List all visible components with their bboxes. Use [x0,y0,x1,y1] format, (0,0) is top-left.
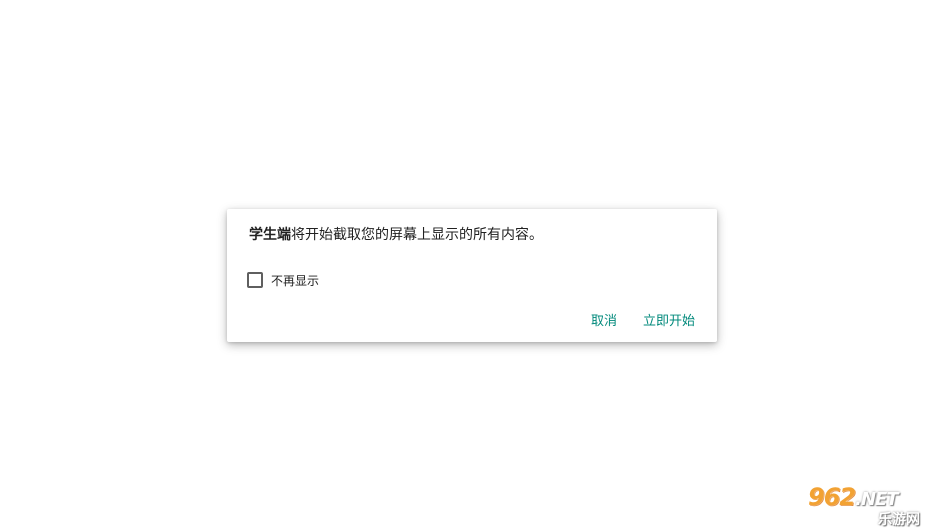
watermark-domain-suffix: .NET [855,489,898,510]
cancel-button[interactable]: 取消 [591,310,617,329]
app-name: 学生端 [249,227,291,243]
screen-background: 学生端将开始截取您的屏幕上显示的所有内容。 不再显示 取消 立即开始 962.N… [0,0,944,531]
screen-capture-dialog: 学生端将开始截取您的屏幕上显示的所有内容。 不再显示 取消 立即开始 [227,209,717,342]
dont-show-again-checkbox[interactable] [247,272,263,288]
dont-show-again-row[interactable]: 不再显示 [247,271,319,289]
start-now-button[interactable]: 立即开始 [643,310,695,329]
dialog-actions: 取消 立即开始 [591,310,695,329]
message-text: 将开始截取您的屏幕上显示的所有内容。 [291,227,543,243]
site-watermark-logo: 962.NET 乐游网 [804,483,938,528]
watermark-number-text: 962 [808,483,856,511]
watermark-site-name: 乐游网 [878,512,920,528]
dont-show-again-label[interactable]: 不再显示 [271,272,319,289]
watermark-number: 962.NET [808,483,899,511]
dialog-message: 学生端将开始截取您的屏幕上显示的所有内容。 [249,225,543,245]
